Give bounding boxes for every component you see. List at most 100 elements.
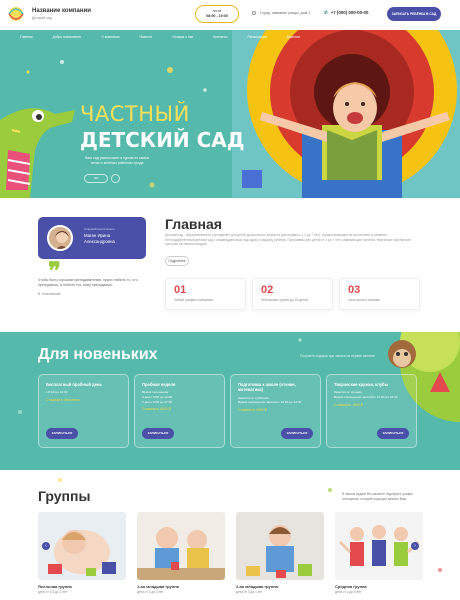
offer-title: Бесплатный пробный день (46, 382, 102, 387)
stat-card: 03 Своя кухня и питание (339, 278, 420, 310)
main-nav: Главная Добро пожаловать О компании Ново… (0, 30, 460, 44)
phone-number[interactable]: +7 (000) 000-00-00 (331, 10, 369, 15)
slider-arrows[interactable]: ◂ ▸ (84, 174, 108, 183)
phone[interactable]: ✆ +7 (000) 000-00-00 (324, 10, 368, 16)
offer-signup-button[interactable]: Записаться (142, 428, 174, 439)
nav-item-about[interactable]: О компании (101, 35, 119, 39)
offer-title: Пробная неделя (142, 382, 176, 387)
address-text: Город, название улицы, дом 1 (260, 11, 311, 15)
hero-banner: Главная Добро пожаловать О компании Ново… (0, 30, 460, 198)
offer-title: Творческие кружки, клубы (334, 382, 389, 387)
nav-item-reviews[interactable]: Отзывы о нас (172, 35, 193, 39)
group-card[interactable]: 2-ая младшая группа дети от 3 до 4 лет (236, 512, 324, 600)
stat-number: 02 (261, 284, 274, 296)
main-section: Старший воспитатель Маган Ирина Александ… (0, 198, 460, 332)
stat-card: 02 Небольшие группы до 15 детей (252, 278, 333, 310)
caretaker-name: Маган Ирина Александровна (84, 233, 115, 245)
offer-line-text: Время проведения занятий с 17:00 до 18:0… (334, 395, 398, 399)
company-subtitle: Детский сад (32, 16, 52, 20)
offer-signup-button[interactable]: Записаться (46, 428, 78, 439)
quote-text: Чтобы быть хорошим преподавателем, нужно… (38, 278, 138, 287)
offer-line: Время посещения: 3 дня с 8:00 до 12:00 2… (142, 390, 217, 404)
groups-list: ‹ Ясельная группа дети от 1,5 до 2 лет 1… (38, 512, 423, 600)
group-age: дети от 2 до 3 лет (137, 590, 164, 594)
offer-line: Занятия по средам Время проведения занят… (334, 390, 409, 399)
group-name[interactable]: 2-ая младшая группа (236, 584, 324, 589)
groups-description: В нашем садике Вы сможете подобрать граф… (342, 492, 413, 501)
offer-card: Подготовка к школе (чтение, математика) … (230, 374, 321, 448)
signup-button[interactable]: Записать ребёнка в сад (387, 7, 441, 21)
quote-author: В. Ключевский (38, 292, 61, 296)
offer-card: Пробная неделя Время посещения: 3 дня с … (134, 374, 225, 448)
stat-label: Небольшие группы до 15 детей (261, 298, 308, 302)
groups-title: Группы (38, 488, 91, 504)
phone-icon: ✆ (324, 10, 328, 15)
offer-line-text: Время проведения занятия с 10:00 до 13:0… (238, 400, 302, 405)
offers-list: Бесплатный пробный день с 8:00 до 12:00 … (38, 374, 417, 448)
group-name[interactable]: 1-ая младшая группа (137, 584, 225, 589)
offer-price: Стоимость: 6000 ₽ (142, 407, 171, 412)
groups-section: Группы В нашем садике Вы сможете подобра… (0, 470, 460, 600)
address: Город, название улицы, дом 1 (252, 11, 310, 15)
stat-number: 03 (348, 284, 361, 296)
group-photo[interactable] (38, 512, 126, 580)
nav-item-welcome[interactable]: Добро пожаловать (53, 35, 82, 39)
group-name[interactable]: Ясельная группа (38, 584, 126, 589)
company-name[interactable]: Название компании (32, 8, 91, 14)
offer-line: с 8:00 до 12:00 (46, 390, 68, 395)
page-intro-text: Детский сад - образовательное учреждение… (165, 233, 412, 246)
hours-time: 08:00 - 19:00 (206, 14, 228, 18)
prev-arrow-icon[interactable]: ‹ (42, 542, 50, 550)
caretaker-card: Старший воспитатель Маган Ирина Александ… (38, 217, 146, 259)
newcomers-section: Для новеньких Получите подарок при запис… (0, 332, 460, 470)
stat-label: Своя кухня и питание (348, 298, 381, 302)
group-name[interactable]: Средняя группа (335, 584, 423, 589)
offer-price: Стоимость: бесплатно (46, 398, 81, 402)
next-arrow-icon[interactable]: › (411, 542, 419, 550)
hero-title-line2: ДЕТСКИЙ САД (80, 128, 245, 152)
working-hours: пн-пт 08:00 - 19:00 (195, 5, 239, 23)
group-photo[interactable] (335, 512, 423, 580)
offer-card: Творческие кружки, клубы Занятия по сред… (326, 374, 417, 448)
offer-price: Стоимость: 1500 ₽ (334, 402, 363, 407)
hero-subtitle: Наш сад расположен в одном из самых тихи… (84, 156, 150, 165)
group-card[interactable]: › Средняя группа дети от 4 до 5 лет (335, 512, 423, 600)
avatar (47, 225, 73, 251)
more-button[interactable]: Подробнее (165, 256, 189, 266)
offer-line: Занятия по субботам Время проведения зан… (238, 396, 313, 405)
slider-pause-button[interactable] (111, 174, 120, 183)
group-age: дети от 1,5 до 2 лет (38, 590, 68, 594)
offer-title: Подготовка к школе (чтение, математика) (238, 382, 296, 393)
offer-line-text: 2 дня с 8:00 до 17:00 (142, 399, 173, 404)
site-header: Название компании Детский сад пн-пт 08:0… (0, 0, 460, 30)
location-icon (252, 11, 256, 15)
group-age: дети от 3 до 4 лет (236, 590, 263, 594)
nav-item-displays[interactable]: Дисплеи (287, 35, 300, 39)
crocodile-illustration (0, 108, 75, 198)
page-title: Главная (165, 216, 222, 232)
nav-item-contacts[interactable]: Контакты (213, 35, 227, 39)
caretaker-role: Старший воспитатель (84, 227, 115, 231)
offer-price: Стоимость: 2000 ₽ (238, 408, 267, 412)
slide-photo-image (232, 30, 460, 198)
stats-list: 01 Гибкий график посещения 02 Небольшие … (165, 278, 420, 310)
newcomers-link[interactable]: Получите подарок при записи на первое за… (300, 354, 375, 358)
offer-signup-button[interactable]: Записаться (377, 428, 409, 439)
nav-item-register[interactable]: Регистрация (248, 35, 267, 39)
nav-item-home[interactable]: Главная (20, 35, 33, 39)
group-photo[interactable] (137, 512, 225, 580)
group-photo[interactable] (236, 512, 324, 580)
stat-number: 01 (174, 284, 187, 296)
hero-photo (232, 30, 460, 198)
offer-card: Бесплатный пробный день с 8:00 до 12:00 … (38, 374, 129, 448)
offer-signup-button[interactable]: Записаться (281, 428, 313, 439)
group-card[interactable]: 1-ая младшая группа дети от 2 до 3 лет (137, 512, 225, 600)
stat-label: Гибкий график посещения (174, 298, 213, 302)
group-age: дети от 4 до 5 лет (335, 590, 362, 594)
hero-title-line1: ЧАСТНЫЙ (80, 102, 190, 126)
stat-card: 01 Гибкий график посещения (165, 278, 246, 310)
logo-icon[interactable] (6, 6, 26, 22)
newcomers-title: Для новеньких (38, 346, 158, 363)
group-card[interactable]: ‹ Ясельная группа дети от 1,5 до 2 лет (38, 512, 126, 600)
nav-item-news[interactable]: Новости (139, 35, 152, 39)
